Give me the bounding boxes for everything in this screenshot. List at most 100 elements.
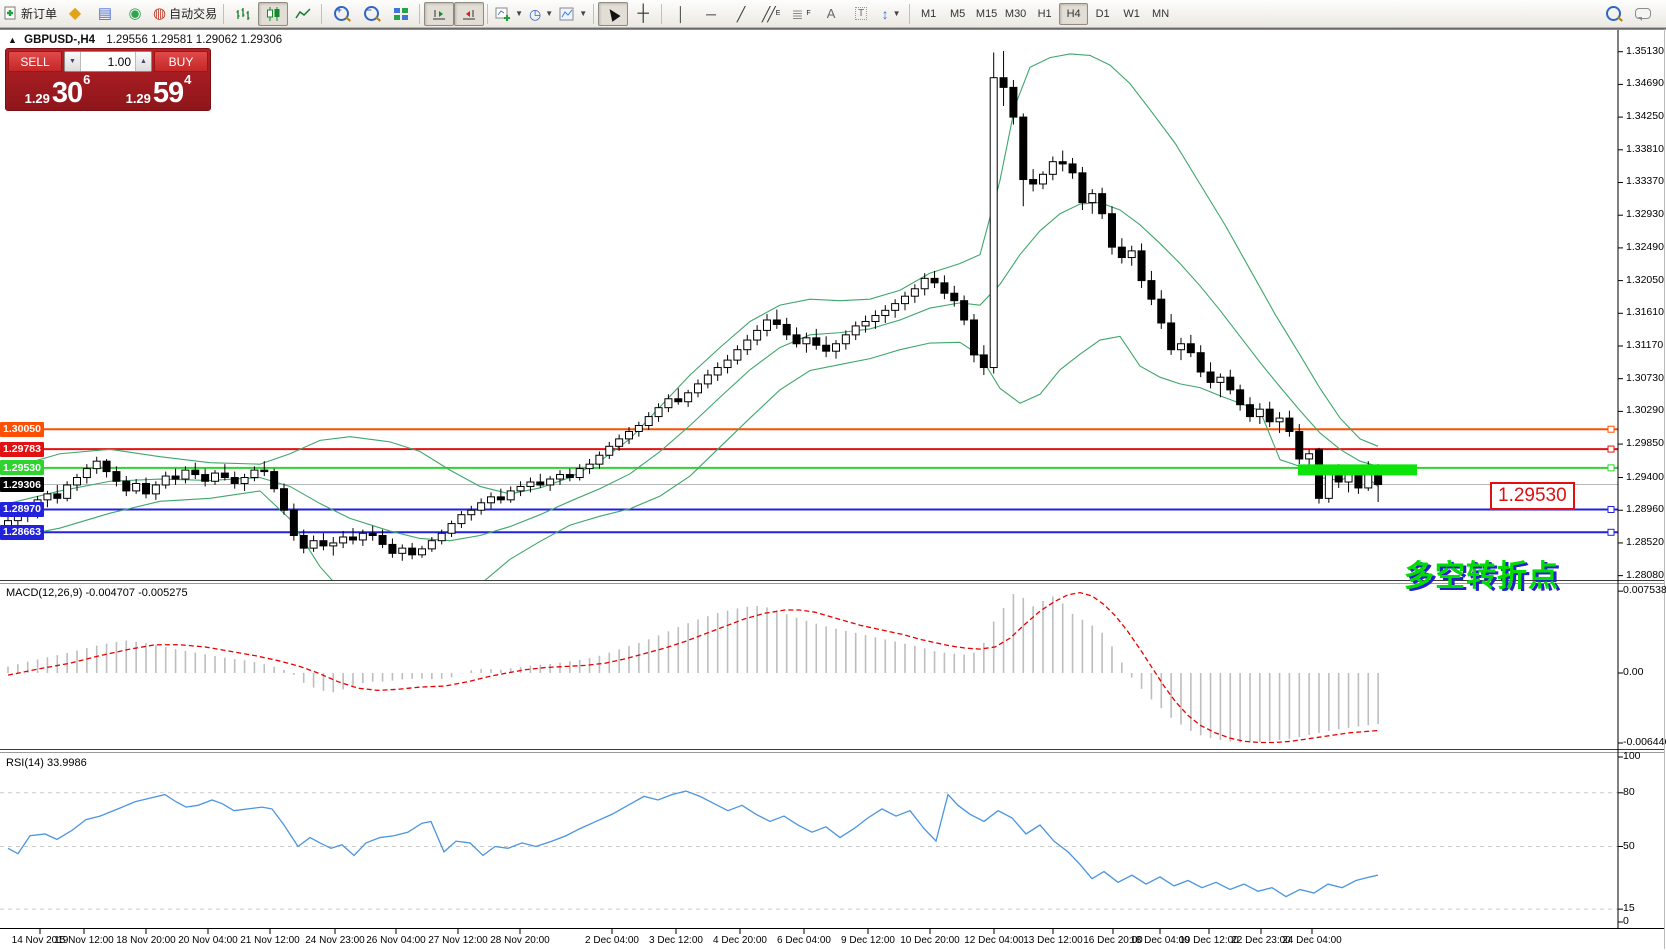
line-chart-button[interactable] [288, 2, 318, 26]
sell-button[interactable]: SELL [8, 51, 62, 72]
collapse-triangle-icon[interactable]: ▲ [8, 35, 17, 45]
tab-timeframe-H1[interactable]: H1 [1030, 3, 1059, 25]
line-handle[interactable] [1608, 465, 1614, 471]
level-price-box[interactable]: 1.30050 [0, 422, 44, 437]
label-icon: T [855, 7, 867, 20]
new-order-button[interactable]: 新订单 [0, 2, 60, 26]
candle [487, 497, 494, 503]
level-price-box[interactable]: 1.29530 [0, 460, 44, 475]
candle [438, 533, 445, 540]
text-tool-button[interactable]: A [816, 2, 846, 26]
candle [1187, 344, 1194, 353]
hline-tool-button[interactable]: ─ [696, 2, 726, 26]
tab-timeframe-MN[interactable]: MN [1146, 3, 1175, 25]
time-label: 20 Nov 04:00 [178, 935, 238, 946]
candle [694, 384, 701, 393]
trendline-tool-button[interactable]: ╱ [726, 2, 756, 26]
rsi-tick-label: 0 [1623, 915, 1629, 927]
candle [133, 483, 140, 490]
auto-scroll-button[interactable] [424, 2, 454, 26]
new-order-label: 新订单 [21, 5, 57, 22]
chinese-annotation[interactable]: 多空转折点 [1404, 551, 1559, 595]
tab-timeframe-H4[interactable]: H4 [1059, 3, 1088, 25]
chat-button[interactable] [1628, 2, 1658, 26]
volume-down-button[interactable]: ▼ [65, 52, 81, 71]
level-price-box[interactable]: 1.28663 [0, 525, 44, 540]
buy-button[interactable]: BUY [154, 51, 208, 72]
sell-price[interactable]: 1.29306 [8, 74, 107, 108]
line-handle[interactable] [1608, 426, 1614, 432]
tab-timeframe-D1[interactable]: D1 [1088, 3, 1117, 25]
vline-tool-button[interactable]: │ [666, 2, 696, 26]
periods-button[interactable]: ◷ ▼ [526, 2, 556, 26]
tile-windows-button[interactable] [386, 2, 416, 26]
line-handle[interactable] [1608, 529, 1614, 535]
candle [192, 470, 199, 474]
fibonacci-tool-button[interactable]: ≣F [786, 2, 816, 26]
candle [1010, 87, 1017, 117]
candle [369, 533, 376, 535]
market-watch-button[interactable]: ◆ [60, 2, 90, 26]
candle [64, 485, 71, 498]
candle [941, 283, 948, 293]
candle-chart-button[interactable] [258, 2, 288, 26]
candle [1266, 409, 1273, 422]
signals-icon: ◉ [128, 7, 141, 21]
tab-timeframe-M5[interactable]: M5 [943, 3, 972, 25]
search-button[interactable] [1598, 2, 1628, 26]
channel-tag: E [776, 10, 781, 17]
price-tick-label: 1.31170 [1626, 339, 1663, 351]
indicators-button[interactable]: ▼ [492, 2, 526, 26]
candle [1158, 299, 1165, 323]
macd-tick-label: -0.006446 [1623, 736, 1666, 748]
time-label: 27 Nov 12:00 [428, 935, 488, 946]
price-tick-label: 1.34250 [1626, 110, 1664, 122]
time-label: 12 Dec 04:00 [964, 935, 1024, 946]
zoom-out-button[interactable]: − [356, 2, 386, 26]
candle [1039, 174, 1046, 184]
bar-chart-button[interactable] [228, 2, 258, 26]
chart-shift-button[interactable] [454, 2, 484, 26]
candle [418, 549, 425, 555]
candle [1296, 431, 1303, 458]
label-tool-button[interactable]: T [846, 2, 876, 26]
tab-timeframe-M15[interactable]: M15 [972, 3, 1001, 25]
buy-price[interactable]: 1.29594 [109, 74, 208, 108]
candle [586, 464, 593, 468]
candle [547, 479, 554, 485]
candle [202, 475, 209, 482]
candle [1325, 474, 1332, 499]
channel-tool-button[interactable]: ╱╱E [756, 2, 786, 26]
chart-canvas[interactable] [0, 29, 1666, 950]
crosshair-tool-button[interactable]: ┼ [628, 2, 658, 26]
candle [852, 326, 859, 335]
candle [1079, 173, 1086, 203]
sell-price-pip: 6 [83, 66, 90, 94]
candle [783, 324, 790, 334]
line-handle[interactable] [1608, 506, 1614, 512]
symbol-info-line[interactable]: ▲ GBPUSD-,H4 1.29556 1.29581 1.29062 1.2… [8, 34, 282, 46]
autotrade-button[interactable]: ◍ 自动交易 [150, 2, 220, 26]
level-price-box[interactable]: 1.29783 [0, 442, 44, 457]
candle [172, 476, 179, 479]
time-label: 3 Dec 12:00 [649, 935, 703, 946]
ohlc-values: 1.29556 1.29581 1.29062 1.29306 [106, 34, 282, 46]
zoom-in-button[interactable]: + [326, 2, 356, 26]
cursor-tool-button[interactable] [598, 2, 628, 26]
candle [1207, 372, 1214, 382]
candle [931, 278, 938, 282]
new-window-button[interactable]: ▤ [90, 2, 120, 26]
highlight-trendline[interactable] [1298, 464, 1417, 475]
tab-timeframe-W1[interactable]: W1 [1117, 3, 1146, 25]
tab-timeframe-M30[interactable]: M30 [1001, 3, 1030, 25]
price-tag-label[interactable]: 1.29530 [1490, 482, 1575, 510]
templates-button[interactable]: ▼ [556, 2, 590, 26]
chart-window[interactable]: 1.351301.346901.342501.338101.333701.329… [0, 28, 1666, 950]
volume-up-button[interactable]: ▲ [135, 52, 151, 71]
tab-timeframe-M1[interactable]: M1 [914, 3, 943, 25]
line-handle[interactable] [1608, 446, 1614, 452]
signals-button[interactable]: ◉ [120, 2, 150, 26]
level-price-box[interactable]: 1.28970 [0, 502, 44, 517]
arrows-tool-button[interactable]: ↕▼ [876, 2, 906, 26]
rsi-tick-label: 100 [1623, 750, 1641, 762]
